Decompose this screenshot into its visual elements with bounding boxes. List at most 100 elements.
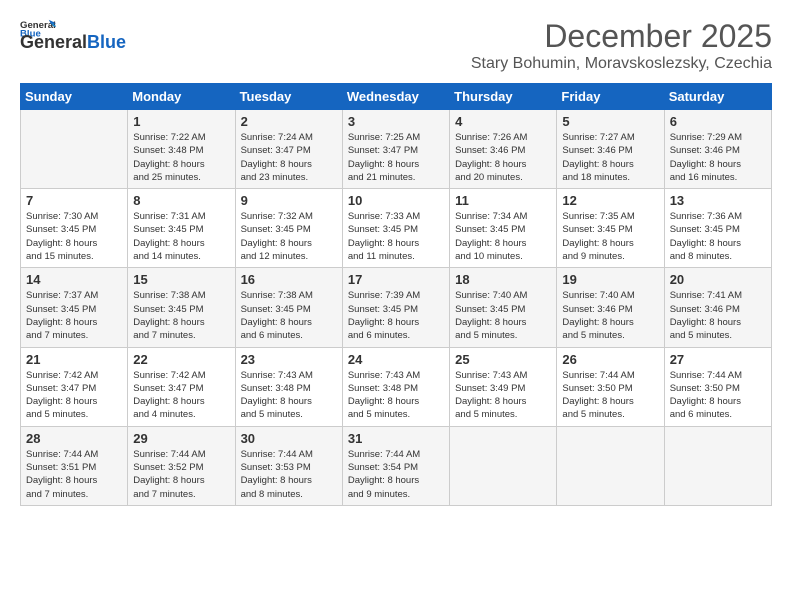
day-number: 15 <box>133 272 229 287</box>
day-number: 19 <box>562 272 658 287</box>
day-info: Sunrise: 7:41 AMSunset: 3:46 PMDaylight:… <box>670 289 766 342</box>
location-subtitle: Stary Bohumin, Moravskoslezsky, Czechia <box>471 55 772 73</box>
day-info: Sunrise: 7:40 AMSunset: 3:45 PMDaylight:… <box>455 289 551 342</box>
calendar-cell: 9 Sunrise: 7:32 AMSunset: 3:45 PMDaylight… <box>235 189 342 268</box>
calendar-week-3: 14Sunrise: 7:37 AMSunset: 3:45 PMDayligh… <box>21 268 772 347</box>
day-info: Sunrise: 7:34 AMSunset: 3:45 PMDaylight:… <box>455 210 551 263</box>
calendar-week-5: 28Sunrise: 7:44 AMSunset: 3:51 PMDayligh… <box>21 426 772 505</box>
logo-general: General <box>20 32 87 52</box>
month-title: December 2025 <box>471 18 772 55</box>
calendar-cell: 25 Sunrise: 7:43 AMSunset: 3:49 PMDayligh… <box>450 347 557 426</box>
calendar-cell <box>21 110 128 189</box>
calendar-cell <box>450 426 557 505</box>
calendar-cell: 7 Sunrise: 7:30 AMSunset: 3:45 PMDaylight… <box>21 189 128 268</box>
calendar-table: Sunday Monday Tuesday Wednesday Thursday… <box>20 83 772 506</box>
logo-blue: Blue <box>87 32 126 52</box>
calendar-cell: 12Sunrise: 7:35 AMSunset: 3:45 PMDayligh… <box>557 189 664 268</box>
day-info: Sunrise: 7:44 AMSunset: 3:53 PMDaylight:… <box>241 448 337 501</box>
day-info: Sunrise: 7:31 AMSunset: 3:45 PMDaylight:… <box>133 210 229 263</box>
day-info: Sunrise: 7:26 AMSunset: 3:46 PMDaylight:… <box>455 131 551 184</box>
day-number: 23 <box>241 352 337 367</box>
day-number: 5 <box>562 114 658 129</box>
day-info: Sunrise: 7:43 AMSunset: 3:48 PMDaylight:… <box>348 369 444 422</box>
calendar-cell: 31Sunrise: 7:44 AMSunset: 3:54 PMDayligh… <box>342 426 449 505</box>
calendar-cell: 4 Sunrise: 7:26 AMSunset: 3:46 PMDaylight… <box>450 110 557 189</box>
day-info: Sunrise: 7:44 AMSunset: 3:51 PMDaylight:… <box>26 448 122 501</box>
day-info: Sunrise: 7:38 AMSunset: 3:45 PMDaylight:… <box>241 289 337 342</box>
day-info: Sunrise: 7:30 AMSunset: 3:45 PMDaylight:… <box>26 210 122 263</box>
day-number: 22 <box>133 352 229 367</box>
day-number: 18 <box>455 272 551 287</box>
day-number: 29 <box>133 431 229 446</box>
day-number: 24 <box>348 352 444 367</box>
calendar-cell: 29 Sunrise: 7:44 AMSunset: 3:52 PMDayligh… <box>128 426 235 505</box>
day-info: Sunrise: 7:42 AMSunset: 3:47 PMDaylight:… <box>26 369 122 422</box>
calendar-cell: 20 Sunrise: 7:41 AMSunset: 3:46 PMDayligh… <box>664 268 771 347</box>
day-info: Sunrise: 7:32 AMSunset: 3:45 PMDaylight:… <box>241 210 337 263</box>
header: General Blue GeneralBlue December 2025 S… <box>20 18 772 73</box>
calendar-cell: 19 Sunrise: 7:40 AMSunset: 3:46 PMDayligh… <box>557 268 664 347</box>
day-number: 11 <box>455 193 551 208</box>
day-info: Sunrise: 7:38 AMSunset: 3:45 PMDaylight:… <box>133 289 229 342</box>
day-info: Sunrise: 7:25 AMSunset: 3:47 PMDaylight:… <box>348 131 444 184</box>
day-number: 12 <box>562 193 658 208</box>
calendar-cell: 17 Sunrise: 7:39 AMSunset: 3:45 PMDayligh… <box>342 268 449 347</box>
calendar-cell: 21 Sunrise: 7:42 AMSunset: 3:47 PMDayligh… <box>21 347 128 426</box>
day-number: 4 <box>455 114 551 129</box>
day-info: Sunrise: 7:36 AMSunset: 3:45 PMDaylight:… <box>670 210 766 263</box>
calendar-cell: 3 Sunrise: 7:25 AMSunset: 3:47 PMDaylight… <box>342 110 449 189</box>
day-number: 10 <box>348 193 444 208</box>
calendar-cell: 10 Sunrise: 7:33 AMSunset: 3:45 PMDayligh… <box>342 189 449 268</box>
day-number: 25 <box>455 352 551 367</box>
calendar-cell: 11 Sunrise: 7:34 AMSunset: 3:45 PMDayligh… <box>450 189 557 268</box>
day-number: 30 <box>241 431 337 446</box>
calendar-cell: 6 Sunrise: 7:29 AMSunset: 3:46 PMDaylight… <box>664 110 771 189</box>
day-info: Sunrise: 7:24 AMSunset: 3:47 PMDaylight:… <box>241 131 337 184</box>
calendar-cell: 28Sunrise: 7:44 AMSunset: 3:51 PMDayligh… <box>21 426 128 505</box>
day-info: Sunrise: 7:22 AMSunset: 3:48 PMDaylight:… <box>133 131 229 184</box>
calendar-cell: 22 Sunrise: 7:42 AMSunset: 3:47 PMDayligh… <box>128 347 235 426</box>
day-info: Sunrise: 7:44 AMSunset: 3:50 PMDaylight:… <box>670 369 766 422</box>
calendar-cell: 2 Sunrise: 7:24 AMSunset: 3:47 PMDaylight… <box>235 110 342 189</box>
day-info: Sunrise: 7:39 AMSunset: 3:45 PMDaylight:… <box>348 289 444 342</box>
day-info: Sunrise: 7:42 AMSunset: 3:47 PMDaylight:… <box>133 369 229 422</box>
day-number: 27 <box>670 352 766 367</box>
day-info: Sunrise: 7:29 AMSunset: 3:46 PMDaylight:… <box>670 131 766 184</box>
col-thursday: Thursday <box>450 84 557 110</box>
day-info: Sunrise: 7:43 AMSunset: 3:49 PMDaylight:… <box>455 369 551 422</box>
calendar-cell <box>557 426 664 505</box>
calendar-week-1: 1Sunrise: 7:22 AMSunset: 3:48 PMDaylight… <box>21 110 772 189</box>
day-info: Sunrise: 7:33 AMSunset: 3:45 PMDaylight:… <box>348 210 444 263</box>
col-tuesday: Tuesday <box>235 84 342 110</box>
col-friday: Friday <box>557 84 664 110</box>
day-number: 17 <box>348 272 444 287</box>
day-number: 2 <box>241 114 337 129</box>
day-info: Sunrise: 7:44 AMSunset: 3:52 PMDaylight:… <box>133 448 229 501</box>
logo: General Blue GeneralBlue <box>20 18 126 53</box>
main-container: General Blue GeneralBlue December 2025 S… <box>0 0 792 516</box>
calendar-week-4: 21 Sunrise: 7:42 AMSunset: 3:47 PMDayligh… <box>21 347 772 426</box>
col-sunday: Sunday <box>21 84 128 110</box>
day-number: 13 <box>670 193 766 208</box>
calendar-cell: 14Sunrise: 7:37 AMSunset: 3:45 PMDayligh… <box>21 268 128 347</box>
calendar-cell: 16Sunrise: 7:38 AMSunset: 3:45 PMDayligh… <box>235 268 342 347</box>
calendar-cell: 18 Sunrise: 7:40 AMSunset: 3:45 PMDayligh… <box>450 268 557 347</box>
day-number: 9 <box>241 193 337 208</box>
day-number: 3 <box>348 114 444 129</box>
day-number: 20 <box>670 272 766 287</box>
calendar-cell: 15 Sunrise: 7:38 AMSunset: 3:45 PMDayligh… <box>128 268 235 347</box>
calendar-cell: 26Sunrise: 7:44 AMSunset: 3:50 PMDayligh… <box>557 347 664 426</box>
day-number: 7 <box>26 193 122 208</box>
calendar-cell: 13 Sunrise: 7:36 AMSunset: 3:45 PMDayligh… <box>664 189 771 268</box>
day-number: 21 <box>26 352 122 367</box>
day-info: Sunrise: 7:37 AMSunset: 3:45 PMDaylight:… <box>26 289 122 342</box>
calendar-cell: 8 Sunrise: 7:31 AMSunset: 3:45 PMDaylight… <box>128 189 235 268</box>
day-number: 8 <box>133 193 229 208</box>
day-number: 6 <box>670 114 766 129</box>
calendar-cell <box>664 426 771 505</box>
day-info: Sunrise: 7:43 AMSunset: 3:48 PMDaylight:… <box>241 369 337 422</box>
day-info: Sunrise: 7:44 AMSunset: 3:54 PMDaylight:… <box>348 448 444 501</box>
day-info: Sunrise: 7:40 AMSunset: 3:46 PMDaylight:… <box>562 289 658 342</box>
calendar-cell: 24 Sunrise: 7:43 AMSunset: 3:48 PMDayligh… <box>342 347 449 426</box>
day-number: 26 <box>562 352 658 367</box>
